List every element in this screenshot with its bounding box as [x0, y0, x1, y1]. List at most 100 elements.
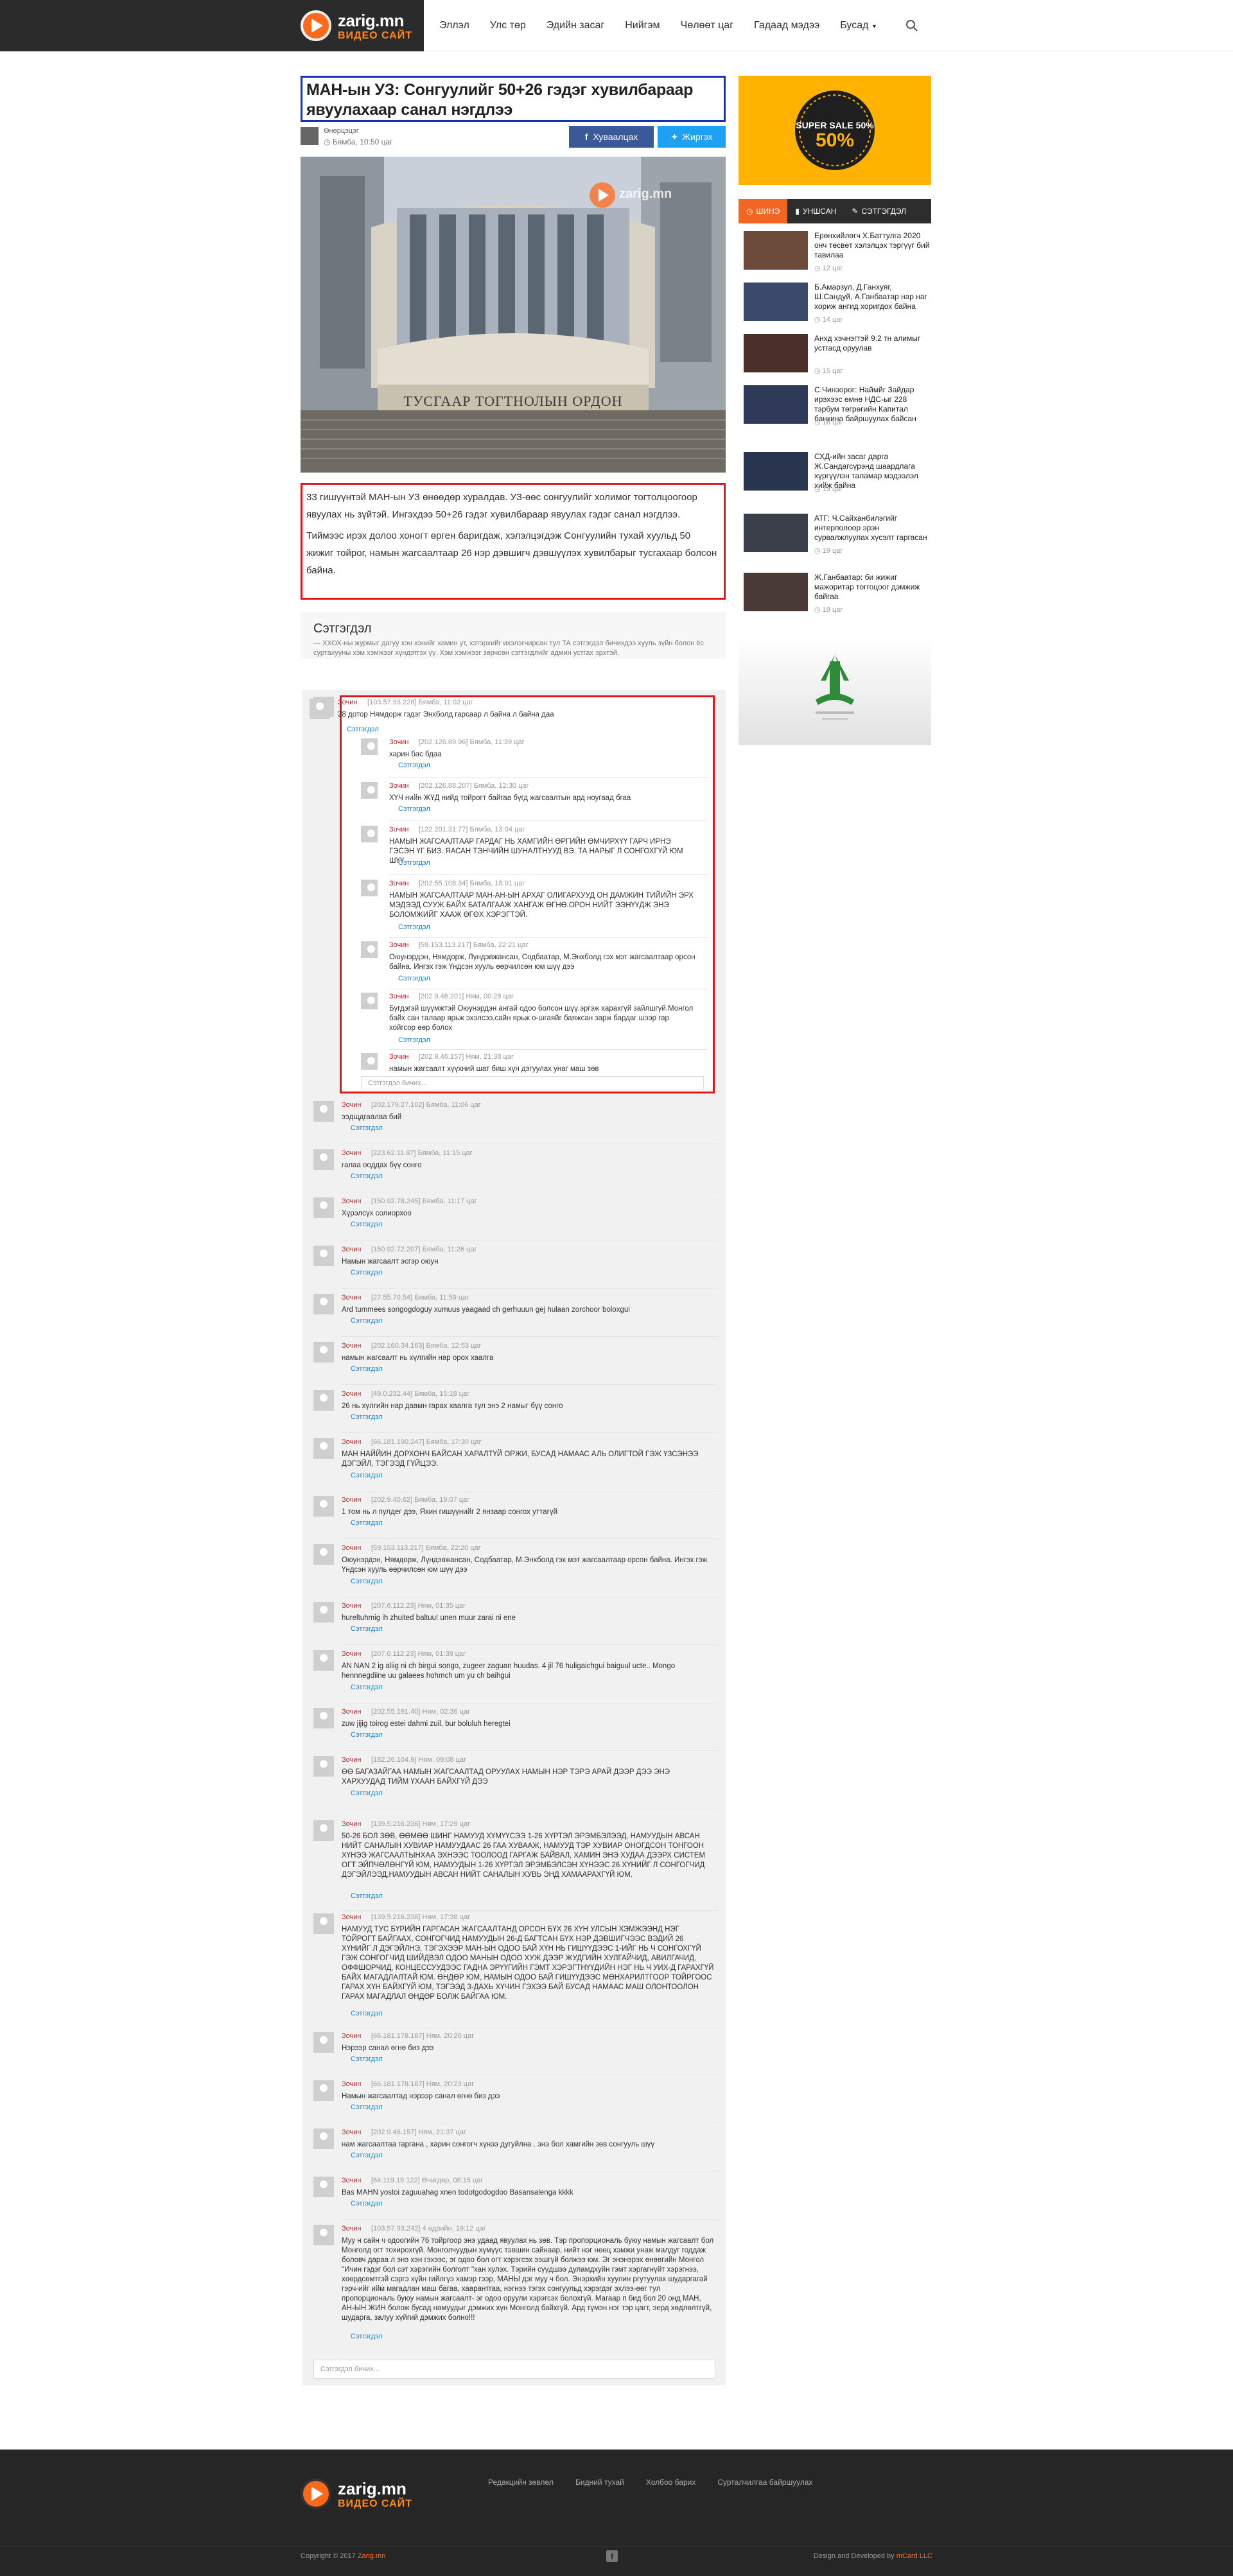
reply-link[interactable]: Сэтгэгдэл	[398, 761, 430, 769]
nav-item-more[interactable]: Бусад ▼	[830, 20, 888, 31]
twitter-icon: ✦	[670, 131, 679, 142]
avatar	[361, 826, 378, 842]
news-item[interactable]: АТГ: Ч.Сайханбилэгийг интерполоор эрэн с…	[744, 511, 930, 559]
reply-input[interactable]: Сэтгэгдэл бичих...	[361, 1076, 704, 1090]
reply-link[interactable]: Сэтгэгдэл	[351, 2103, 383, 2111]
news-thumbnail	[744, 334, 808, 372]
news-item[interactable]: Ерөнхийлөгч Х.Баттулга 2020 онч төсвөт х…	[744, 229, 930, 276]
tab-most-read[interactable]: ▮ УНШСАН	[787, 199, 844, 223]
avatar	[361, 941, 378, 958]
reply-link[interactable]: Сэтгэгдэл	[351, 1269, 383, 1276]
comment-icon: ✎	[852, 207, 859, 216]
nav-item[interactable]: Эллэл	[429, 20, 480, 31]
reply-link[interactable]: Сэтгэгдэл	[351, 1519, 383, 1527]
reply-link[interactable]: Сэтгэгдэл	[351, 1625, 383, 1633]
reply-link[interactable]: Сэтгэгдэл	[398, 923, 430, 931]
nav-item[interactable]: Эдийн засаг	[536, 20, 615, 31]
news-item[interactable]: Б.Амарзул, Д.Ганхуяг, Ш.Сандуй, А.Ганбаа…	[744, 280, 930, 327]
footer-links: Редакцийн зөвлөл Бидний тухай Холбоо бар…	[488, 2478, 812, 2487]
article-image: ТУСГААР ТОГТНОЛЫН ОРДОН zarig.mn	[301, 157, 726, 473]
article-paragraph: Тиймээс ирэх долоо хоногт өрген баригдаж…	[306, 530, 717, 576]
reply-link[interactable]: Сэтгэгдэл	[351, 1124, 383, 1132]
reply-link[interactable]: Сэтгэгдэл	[351, 1892, 383, 1900]
avatar	[313, 1602, 334, 1623]
footer-link[interactable]: Холбоо барих	[646, 2478, 695, 2487]
news-item[interactable]: Ж.Ганбаатар: би жижиг мажоритар тоггоцоо…	[744, 570, 930, 618]
news-thumbnail	[744, 514, 808, 552]
avatar	[361, 782, 378, 799]
avatar	[313, 1438, 334, 1459]
author-avatar	[301, 127, 319, 145]
news-item[interactable]: СХД-ийн засаг дарга Ж.Сандагсүрэнд шаард…	[744, 449, 930, 497]
reply-link[interactable]: Сэтгэгдэл	[351, 2055, 383, 2063]
reply-link[interactable]: Сэтгэгдэл	[351, 1221, 383, 1228]
news-item[interactable]: С.Чинзорог: Наймйг Зайдар ирэхээс өмнө Н…	[744, 383, 930, 430]
reply-link[interactable]: Сэтгэгдэл	[347, 726, 379, 733]
news-thumbnail	[744, 452, 808, 491]
nav-item[interactable]: Чөлөөт цаг	[670, 20, 744, 31]
avatar	[313, 1496, 334, 1517]
facebook-icon[interactable]: f	[606, 2550, 618, 2562]
avatar	[313, 1820, 334, 1841]
footer-link[interactable]: Сурталчилгаа байршуулах	[717, 2478, 812, 2487]
clock-icon: ◷	[814, 547, 823, 555]
nav-item[interactable]: Гадаад мэдээ	[744, 20, 830, 31]
avatar	[310, 699, 330, 719]
footer-logo[interactable]: zarig.mn ВИДЕО САЙТ	[301, 2475, 416, 2512]
reply-link[interactable]: Сэтгэгдэл	[351, 1789, 383, 1797]
search-icon[interactable]	[905, 19, 918, 32]
footer-link[interactable]: Редакцийн зөвлөл	[488, 2478, 554, 2487]
article-lead: 33 гишүүнтэй МАН-ын УЗ өнөөдөр хуралдав.…	[301, 483, 726, 600]
avatar	[313, 1149, 334, 1170]
reply-link[interactable]: Сэтгэгдэл	[351, 1172, 383, 1180]
reply-link[interactable]: Сэтгэгдэл	[351, 2333, 383, 2340]
reply-link[interactable]: Сэтгэгдэл	[398, 859, 430, 867]
reply-link[interactable]: Сэтгэгдэл	[351, 1413, 383, 1421]
comment-input[interactable]: Сэтгэгдэл бичих...	[313, 2360, 715, 2379]
reply-link[interactable]: Сэтгэгдэл	[351, 1472, 383, 1479]
reply-link[interactable]: Сэтгэгдэл	[351, 2200, 383, 2207]
avatar	[313, 1294, 334, 1314]
avatar	[313, 2080, 334, 2101]
reply-link[interactable]: Сэтгэгдэл	[351, 1684, 383, 1691]
government-palace-illustration: ТУСГААР ТОГТНОЛЫН ОРДОН zarig.mn	[301, 157, 726, 473]
sale-banner-ad[interactable]: SUPER SALE 50% 50%	[739, 76, 931, 185]
nav-item[interactable]: Нийгэм	[615, 20, 670, 31]
news-item[interactable]: Анхд хэчнэгтэй 9.2 тн алимыг устгасд ору…	[744, 331, 930, 379]
reply-link[interactable]: Сэтгэгдэл	[398, 1036, 430, 1044]
share-facebook-button[interactable]: f Хуваалцах	[569, 126, 654, 148]
reply-link[interactable]: Сэтгэгдэл	[351, 2010, 383, 2017]
reply-link[interactable]: Сэтгэгдэл	[351, 1731, 383, 1739]
article: МАН-ын УЗ: Сонгуулийг 50+26 гэдэг хувилб…	[301, 76, 726, 659]
clock-icon: ◷	[814, 316, 823, 324]
avatar	[313, 1101, 334, 1122]
footer-link[interactable]: Бидний тухай	[575, 2478, 624, 2487]
sale-banner-graphic: SUPER SALE 50% 50%	[739, 76, 931, 185]
clock-icon: ◷	[746, 207, 753, 216]
svg-text:SUPER SALE 50%: SUPER SALE 50%	[796, 120, 874, 130]
reply-link[interactable]: Сэтгэгдэл	[351, 1365, 383, 1373]
reply-link[interactable]: Сэтгэгдэл	[398, 975, 430, 982]
svg-text:zarig.mn: zarig.mn	[619, 187, 672, 201]
tab-new[interactable]: ◷ ШИНЭ	[739, 199, 788, 223]
avatar	[313, 2128, 334, 2149]
author-name[interactable]: Өнөрцэцэг	[324, 127, 359, 135]
avatar	[313, 1544, 334, 1565]
clock-icon: ◷	[814, 606, 823, 614]
reply-link[interactable]: Сэтгэгдэл	[398, 805, 430, 813]
tab-comments[interactable]: ✎ СЭТГЭГДЭЛ	[844, 199, 914, 223]
facebook-icon: f	[584, 132, 588, 142]
reply-link[interactable]: Сэтгэгдэл	[351, 2152, 383, 2159]
avatar	[313, 1708, 334, 1728]
site-logo[interactable]: zarig.mn ВИДЕО САЙТ	[301, 7, 416, 44]
reply-link[interactable]: Сэтгэгдэл	[351, 1578, 383, 1585]
bank-logo-ad[interactable]	[739, 636, 931, 745]
chart-icon: ▮	[795, 207, 800, 216]
avatar	[313, 1650, 334, 1671]
reply-link[interactable]: Сэтгэгдэл	[351, 1317, 383, 1325]
developer-credit: Design and Developed by mCard LLC	[813, 2552, 932, 2560]
discount-percent: 50%	[816, 130, 854, 151]
nav-item[interactable]: Улс төр	[480, 20, 536, 31]
caret-down-icon: ▼	[871, 23, 877, 30]
share-twitter-button[interactable]: ✦ Жиргэх	[658, 126, 726, 148]
